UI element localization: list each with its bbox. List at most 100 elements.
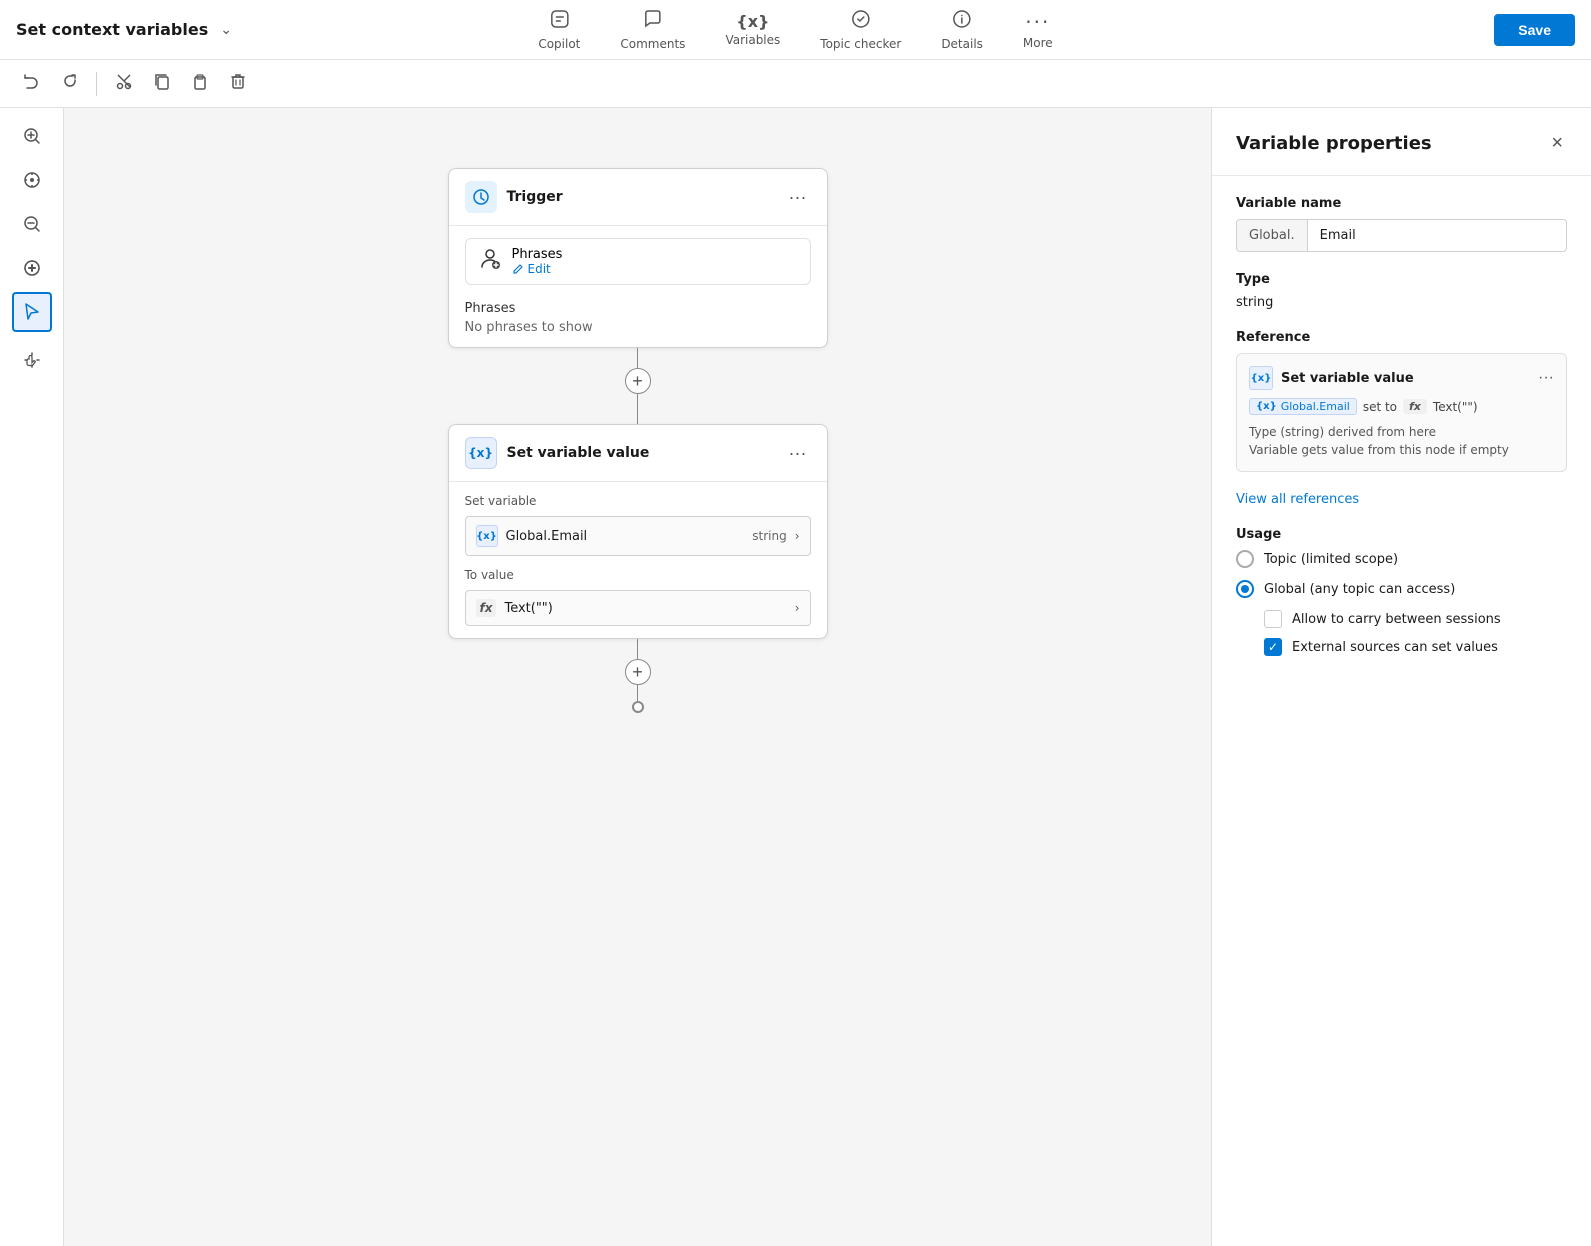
nav-variables-label: Variables (725, 33, 780, 47)
phrases-empty-section: Phrases No phrases to show (465, 293, 811, 335)
panel-body: Variable name Global. Email Type string … (1212, 176, 1591, 676)
trigger-card-header: Trigger ··· (449, 169, 827, 226)
flow-end-circle (632, 701, 644, 713)
type-label: Type (1236, 272, 1567, 287)
topic-checker-icon (850, 8, 872, 35)
var-name-label: Variable name (1236, 196, 1567, 211)
delete-button[interactable] (223, 68, 253, 99)
trigger-menu-button[interactable]: ··· (785, 185, 811, 210)
checkbox-carry[interactable] (1264, 610, 1282, 628)
radio-topic[interactable] (1236, 550, 1254, 568)
fx-icon: fx (476, 599, 497, 617)
type-value: string (1236, 295, 1567, 310)
connector-1: + (625, 348, 651, 424)
type-section: Type string (1236, 272, 1567, 310)
set-variable-menu-button[interactable]: ··· (785, 441, 811, 466)
select-button[interactable] (12, 292, 52, 332)
add-node-button-1[interactable]: + (625, 368, 651, 394)
view-all-references-link[interactable]: View all references (1236, 492, 1567, 507)
title-chevron-icon[interactable]: ⌄ (220, 22, 232, 38)
radio-global[interactable] (1236, 580, 1254, 598)
to-value-row[interactable]: fx Text("") › (465, 590, 811, 626)
set-var-section: Set variable {x} Global.Email string › (449, 482, 827, 568)
connector-line-top-2 (637, 639, 638, 659)
phrases-empty-text: No phrases to show (465, 320, 811, 335)
zoom-in-button[interactable] (12, 116, 52, 156)
canvas: Trigger ··· Phrases Edit (64, 108, 1211, 1246)
var-name-value: Email (1308, 220, 1566, 251)
nav-copilot[interactable]: Copilot (530, 4, 588, 55)
checkbox-external-label: External sources can set values (1292, 640, 1498, 655)
nav-details[interactable]: Details (933, 4, 991, 55)
connector-line-bot-2 (637, 685, 638, 701)
trigger-icon-box (465, 181, 497, 213)
flow-container: Trigger ··· Phrases Edit (448, 168, 828, 713)
arrow-shaft (637, 410, 638, 424)
checkbox-row-carry: Allow to carry between sessions (1264, 610, 1567, 628)
copilot-icon (548, 8, 570, 35)
usage-section: Usage Topic (limited scope) Global (any … (1236, 527, 1567, 656)
phrases-empty-title: Phrases (465, 301, 811, 316)
ref-fx-icon: fx (1403, 399, 1427, 414)
right-panel: Variable properties × Variable name Glob… (1211, 108, 1591, 1246)
header-right: Save (1494, 14, 1575, 46)
set-var-row[interactable]: {x} Global.Email string › (465, 516, 811, 556)
comments-icon (642, 8, 664, 35)
save-button[interactable]: Save (1494, 14, 1575, 46)
panel-header: Variable properties × (1212, 108, 1591, 176)
ref-detail-row: {x} Global.Email set to fx Text("") (1249, 398, 1554, 415)
phrases-edit-link[interactable]: Edit (512, 262, 798, 276)
trigger-title: Trigger (507, 189, 563, 205)
chevron-right-icon-2: › (795, 601, 800, 615)
more-icon: ··· (1025, 10, 1050, 34)
center-button[interactable] (12, 160, 52, 200)
ref-card-title: Set variable value (1281, 371, 1530, 386)
phrases-label: Phrases (512, 247, 798, 262)
ref-note: Type (string) derived from here Variable… (1249, 423, 1554, 459)
panel-title: Variable properties (1236, 133, 1432, 154)
nav-more-label: More (1023, 36, 1053, 50)
toolbar-divider-1 (96, 72, 97, 96)
reference-section: Reference {x} Set variable value ··· {x}… (1236, 330, 1567, 472)
undo-button[interactable] (16, 68, 46, 99)
phrases-row[interactable]: Phrases Edit (465, 238, 811, 285)
connector-line-top-1 (637, 348, 638, 368)
pan-button[interactable] (12, 340, 52, 380)
nav-comments[interactable]: Comments (612, 4, 693, 55)
left-sidebar (0, 108, 64, 1246)
variables-icon: {x} (736, 12, 769, 31)
trigger-card-body: Phrases Edit Phrases No phrases to show (449, 226, 827, 347)
usage-label: Usage (1236, 527, 1567, 542)
var-type: string (752, 529, 786, 543)
var-name: Global.Email (506, 529, 745, 544)
variable-icon-box: {x} (465, 437, 497, 469)
page-title: Set context variables (16, 20, 208, 39)
set-variable-title: Set variable value (507, 445, 650, 461)
chevron-right-icon: › (795, 529, 800, 543)
nav-variables[interactable]: {x} Variables (717, 8, 788, 51)
panel-close-button[interactable]: × (1547, 128, 1567, 159)
nav-copilot-label: Copilot (538, 37, 580, 51)
var-name-input[interactable]: Global. Email (1236, 219, 1567, 252)
copy-button[interactable] (147, 68, 177, 99)
checkbox-row-external: ✓ External sources can set values (1264, 638, 1567, 656)
ref-menu-button[interactable]: ··· (1538, 369, 1554, 387)
paste-button[interactable] (185, 68, 215, 99)
set-variable-header-left: {x} Set variable value (465, 437, 650, 469)
usage-topic-label: Topic (limited scope) (1264, 552, 1398, 567)
nav-topic-checker[interactable]: Topic checker (812, 4, 909, 55)
cut-button[interactable] (109, 68, 139, 99)
main-content: Trigger ··· Phrases Edit (0, 108, 1591, 1246)
toolbar (0, 60, 1591, 108)
variable-icon-text: {x} (468, 446, 493, 460)
add-node-button-2[interactable]: + (625, 659, 651, 685)
header-nav: Copilot Comments {x} Variables Topic che… (530, 4, 1060, 55)
checkbox-external[interactable]: ✓ (1264, 638, 1282, 656)
checkbox-options: Allow to carry between sessions ✓ Extern… (1264, 610, 1567, 656)
redo-button[interactable] (54, 68, 84, 99)
fit-button[interactable] (12, 248, 52, 288)
nav-more[interactable]: ··· More (1015, 6, 1061, 54)
usage-option-global: Global (any topic can access) (1236, 580, 1567, 598)
zoom-out-button[interactable] (12, 204, 52, 244)
set-var-label: Set variable (465, 494, 811, 508)
